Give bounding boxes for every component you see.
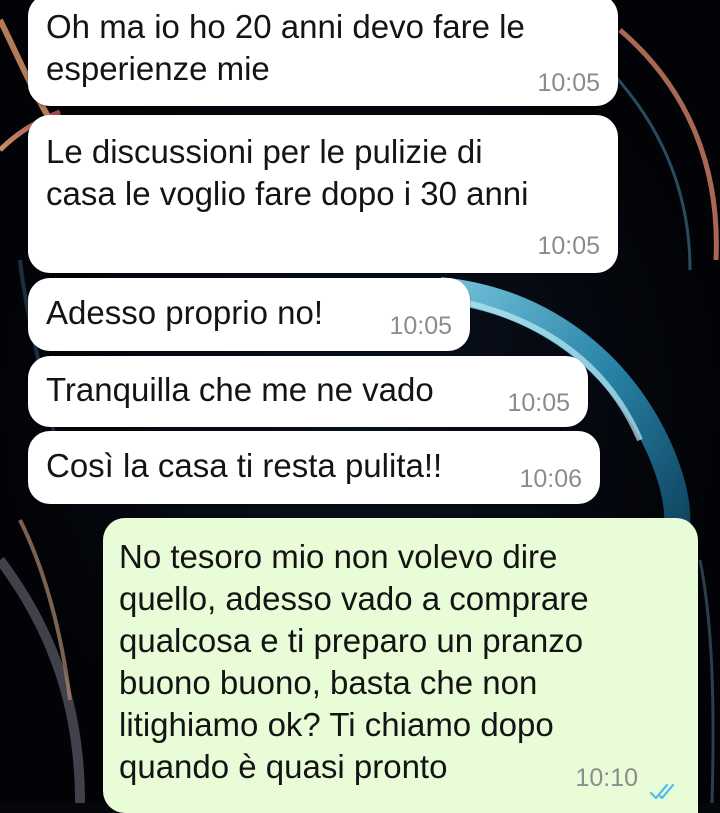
incoming-message[interactable]: Oh ma io ho 20 anni devo fare le esperie… [28,0,618,106]
incoming-message[interactable]: Adesso proprio no! 10:05 [28,278,470,351]
message-time: 10:05 [537,69,600,97]
message-time: 10:05 [389,312,452,340]
message-time: 10:06 [519,465,582,493]
message-text: Tranquilla che me ne vado [46,371,434,408]
double-check-icon [649,769,680,800]
message-time: 10:10 [575,764,638,792]
message-time: 10:05 [537,232,600,260]
outgoing-message[interactable]: No tesoro mio non volevo dire quello, ad… [103,518,698,813]
message-list[interactable]: Oh ma io ho 20 anni devo fare le esperie… [0,0,720,813]
message-time: 10:05 [507,389,570,417]
message-text: Adesso proprio no! [46,294,324,331]
message-text: Così la casa ti resta pulita!! [46,447,443,484]
incoming-message[interactable]: Così la casa ti resta pulita!! 10:06 [28,431,600,504]
incoming-message[interactable]: Le discussioni per le pulizie di casa le… [28,115,618,273]
message-text: No tesoro mio non volevo dire quello, ad… [119,538,589,785]
incoming-message[interactable]: Tranquilla che me ne vado 10:05 [28,356,588,427]
message-text: Le discussioni per le pulizie di casa le… [46,133,529,212]
message-text: Oh ma io ho 20 anni devo fare le esperie… [46,8,525,87]
